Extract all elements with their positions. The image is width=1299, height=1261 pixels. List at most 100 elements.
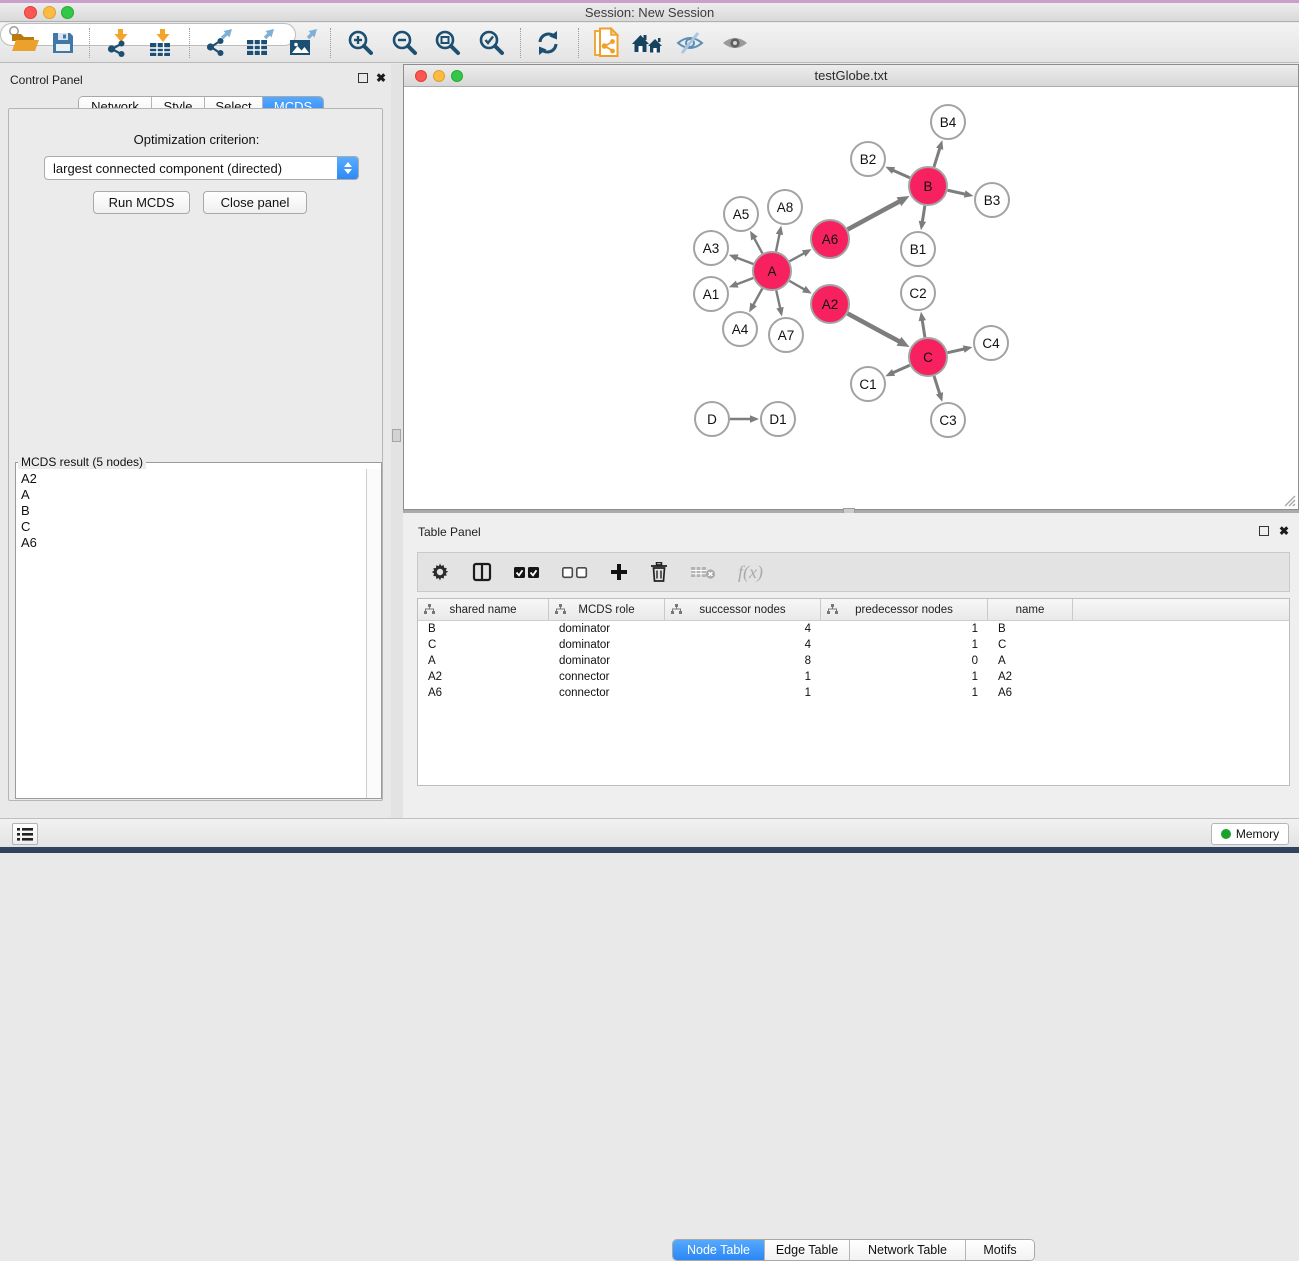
graph-node-a5[interactable]: A5 [724, 197, 758, 231]
table-cell[interactable]: 1 [821, 685, 988, 701]
table-cell[interactable]: A [988, 653, 1073, 669]
vertical-splitter[interactable] [391, 64, 403, 818]
home-icon[interactable] [631, 27, 665, 59]
table-row[interactable]: A2connector11A2 [418, 669, 1289, 685]
graph-edge[interactable] [948, 349, 965, 353]
float-panel-icon[interactable] [1259, 526, 1269, 536]
splitter-handle[interactable] [392, 429, 401, 442]
table-row[interactable]: Bdominator41B [418, 621, 1289, 637]
graph-edge[interactable] [934, 148, 940, 167]
graph-edge[interactable] [776, 233, 780, 251]
float-panel-icon[interactable] [358, 73, 368, 83]
graph-node-a7[interactable]: A7 [769, 318, 803, 352]
table-cell[interactable]: C [418, 637, 549, 653]
network-canvas[interactable]: AA1A2A3A4A5A6A7A8BB1B2B3B4CC1C2C3C4DD1 [404, 88, 1298, 509]
graph-node-c3[interactable]: C3 [931, 403, 965, 437]
zoom-fit-icon[interactable] [433, 27, 463, 59]
table-cell[interactable]: A6 [988, 685, 1073, 701]
hide-eye-icon[interactable] [675, 27, 705, 59]
result-scrollbar[interactable] [366, 469, 381, 798]
graph-edge[interactable] [754, 238, 763, 254]
table-cell[interactable]: 1 [821, 637, 988, 653]
table-cell[interactable]: A [418, 653, 549, 669]
graph-edge[interactable] [789, 281, 804, 290]
mcds-result-item[interactable]: A6 [21, 535, 361, 551]
graph-node-a[interactable]: A [753, 252, 791, 290]
run-mcds-button[interactable]: Run MCDS [93, 191, 190, 214]
table-cell[interactable]: A2 [418, 669, 549, 685]
table-cell[interactable]: B [988, 621, 1073, 637]
mcds-result-item[interactable]: B [21, 503, 361, 519]
table-row[interactable]: Cdominator41C [418, 637, 1289, 653]
table-cell[interactable]: 4 [665, 621, 821, 637]
graph-edge[interactable] [934, 376, 940, 394]
graph-node-a1[interactable]: A1 [694, 277, 728, 311]
show-eye-icon[interactable] [721, 27, 749, 59]
table-cell[interactable]: 1 [821, 621, 988, 637]
table-cell[interactable]: dominator [549, 621, 665, 637]
graph-edge[interactable] [948, 190, 966, 194]
graph-node-b[interactable]: B [909, 167, 947, 205]
select-all-icon[interactable] [514, 566, 540, 579]
graph-edge[interactable] [776, 291, 780, 309]
graph-node-c2[interactable]: C2 [901, 276, 935, 310]
table-cell[interactable]: 1 [665, 669, 821, 685]
export-image-icon[interactable] [288, 27, 320, 59]
zoom-in-icon[interactable] [346, 27, 376, 59]
open-session-icon[interactable] [10, 27, 40, 59]
tab-motifs[interactable]: Motifs [966, 1240, 1034, 1260]
graph-edge[interactable] [893, 170, 910, 178]
import-table-icon[interactable] [147, 27, 177, 59]
column-header-shared-name[interactable]: shared name [418, 599, 549, 620]
graph-node-b3[interactable]: B3 [975, 183, 1009, 217]
column-header-predecessor-nodes[interactable]: predecessor nodes [821, 599, 988, 620]
table-cell[interactable]: dominator [549, 653, 665, 669]
close-panel-button[interactable]: Close panel [203, 191, 307, 214]
table-cell[interactable]: 1 [665, 685, 821, 701]
graph-edge[interactable] [848, 201, 900, 229]
graph-node-c4[interactable]: C4 [974, 326, 1008, 360]
deselect-all-icon[interactable] [562, 566, 588, 579]
mcds-result-item[interactable]: A2 [21, 471, 361, 487]
graph-edge[interactable] [736, 278, 753, 284]
graph-node-b1[interactable]: B1 [901, 232, 935, 266]
import-network-icon[interactable] [105, 27, 135, 59]
zoom-selected-icon[interactable] [477, 27, 507, 59]
close-panel-icon[interactable]: ✖ [376, 73, 386, 83]
memory-button[interactable]: Memory [1211, 823, 1289, 845]
graph-node-a2[interactable]: A2 [811, 285, 849, 323]
table-cell[interactable]: connector [549, 685, 665, 701]
column-header-name[interactable]: name [988, 599, 1073, 620]
graph-edge[interactable] [922, 320, 925, 338]
zoom-window-button[interactable] [61, 6, 74, 19]
graph-node-d1[interactable]: D1 [761, 402, 795, 436]
graph-node-b4[interactable]: B4 [931, 105, 965, 139]
tab-network-table[interactable]: Network Table [850, 1240, 966, 1260]
table-cell[interactable]: connector [549, 669, 665, 685]
graph-node-a6[interactable]: A6 [811, 220, 849, 258]
zoom-out-icon[interactable] [390, 27, 420, 59]
add-column-icon[interactable] [610, 563, 628, 581]
graph-node-a8[interactable]: A8 [768, 190, 802, 224]
function-builder-icon[interactable]: f(x) [738, 562, 763, 583]
table-cell[interactable]: 8 [665, 653, 821, 669]
table-cell[interactable]: 0 [821, 653, 988, 669]
save-session-icon[interactable] [50, 27, 76, 59]
graph-edge[interactable] [790, 253, 805, 261]
table-row[interactable]: Adominator80A [418, 653, 1289, 669]
task-history-button[interactable] [12, 823, 38, 845]
network-graph[interactable]: AA1A2A3A4A5A6A7A8BB1B2B3B4CC1C2C3C4DD1 [404, 88, 1298, 509]
tab-node-table[interactable]: Node Table [673, 1240, 765, 1260]
mcds-result-item[interactable]: C [21, 519, 361, 535]
table-cell[interactable]: A6 [418, 685, 549, 701]
criterion-dropdown[interactable]: largest connected component (directed) [44, 156, 359, 180]
close-panel-icon[interactable]: ✖ [1279, 526, 1289, 536]
mcds-result-item[interactable]: A [21, 487, 361, 503]
table-cell[interactable]: C [988, 637, 1073, 653]
table-cell[interactable]: dominator [549, 637, 665, 653]
export-network-icon[interactable] [204, 27, 236, 59]
table-cell[interactable]: 4 [665, 637, 821, 653]
minimize-window-button[interactable] [43, 6, 56, 19]
table-cell[interactable]: A2 [988, 669, 1073, 685]
minimize-window-button[interactable] [433, 70, 445, 82]
